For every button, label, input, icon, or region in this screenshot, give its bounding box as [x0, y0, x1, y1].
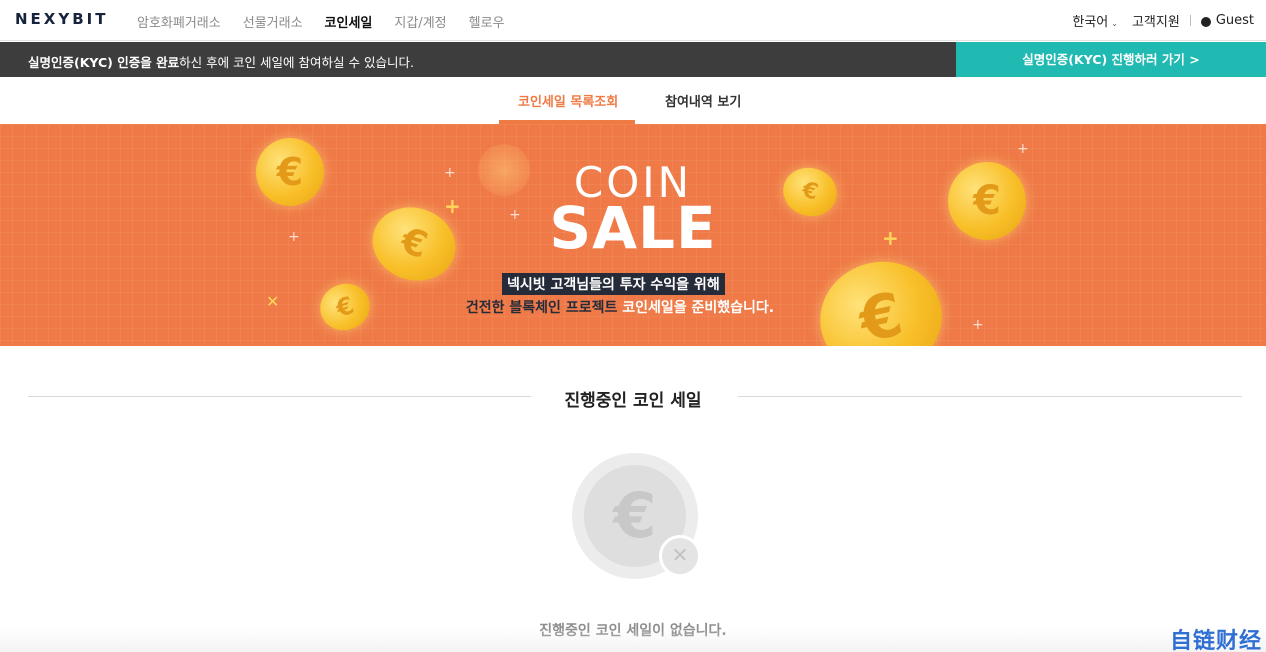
kyc-proceed-button[interactable]: 실명인증(KYC) 진행하러 가기 > [956, 42, 1266, 77]
tab-sale-list[interactable]: 코인세일 목록조회 [518, 91, 618, 110]
kyc-notice-bar: 실명인증(KYC) 인증을 완료하신 후에 코인 세일에 참여하실 수 있습니다… [0, 42, 1266, 77]
nav-item-hello[interactable]: 헬로우 [469, 12, 505, 31]
banner-tagline-1: 넥시빗 고객님들의 투자 수익을 위해 [502, 273, 725, 295]
language-label: 한국어 [1072, 15, 1109, 30]
bottom-fade [0, 628, 1266, 652]
nav-item-crypto-exchange[interactable]: 암호화폐거래소 [137, 12, 221, 31]
chevron-down-icon: ⌄ [1111, 19, 1118, 28]
top-header: NEXYBIT 암호화폐거래소 선물거래소 코인세일 지갑/계정 헬로우 한국어… [0, 0, 1266, 41]
ongoing-sale-title: 진행중인 코인 세일 [564, 391, 702, 411]
banner-tagline-2a: 건전한 블록체인 프로젝트 [465, 300, 623, 316]
guest-link[interactable]: Guest [1216, 13, 1254, 28]
kyc-message-rest: 하신 후에 코인 세일에 참여하실 수 있습니다. [179, 55, 414, 70]
language-selector[interactable]: 한국어 ⌄ [1072, 11, 1118, 30]
kyc-message-bold: 실명인증(KYC) 인증을 완료 [28, 55, 180, 70]
user-icon [1200, 16, 1211, 27]
divider [1189, 15, 1191, 26]
tab-participation-history[interactable]: 참여내역 보기 [665, 91, 741, 110]
close-icon: ✕ [659, 535, 701, 577]
sparkle-icon: + [1017, 141, 1029, 157]
kyc-message: 실명인증(KYC) 인증을 완료하신 후에 코인 세일에 참여하실 수 있습니다… [28, 52, 414, 71]
page: NEXYBIT 암호화폐거래소 선물거래소 코인세일 지갑/계정 헬로우 한국어… [0, 0, 1266, 652]
header-right: 한국어 ⌄ 고객지원 Guest [1072, 11, 1254, 30]
nav-item-coin-sale[interactable]: 코인세일 [325, 12, 373, 31]
logo[interactable]: NEXYBIT [15, 10, 108, 28]
support-link[interactable]: 고객지원 [1132, 11, 1180, 30]
main-nav: 암호화폐거래소 선물거래소 코인세일 지갑/계정 헬로우 [137, 12, 505, 31]
nav-item-wallet-account[interactable]: 지갑/계정 [394, 12, 446, 31]
sparkle-icon: + [972, 317, 984, 333]
watermark-logo: 自链财经 [1170, 629, 1263, 652]
banner-tagline-2: 건전한 블록체인 프로젝트 코인세일을 준비했습니다. [0, 297, 1240, 317]
banner-tagline-2b: 코인세일을 준비했습니다. [622, 300, 775, 316]
sale-tabs: 코인세일 목록조회 참여내역 보기 [0, 77, 1266, 124]
nav-item-futures-exchange[interactable]: 선물거래소 [243, 12, 303, 31]
coin-sale-banner: + + + + ✕ + + + COIN SALE 넥시빗 고객님들의 투자 수… [0, 124, 1266, 346]
banner-sale-text: SALE [549, 194, 717, 262]
